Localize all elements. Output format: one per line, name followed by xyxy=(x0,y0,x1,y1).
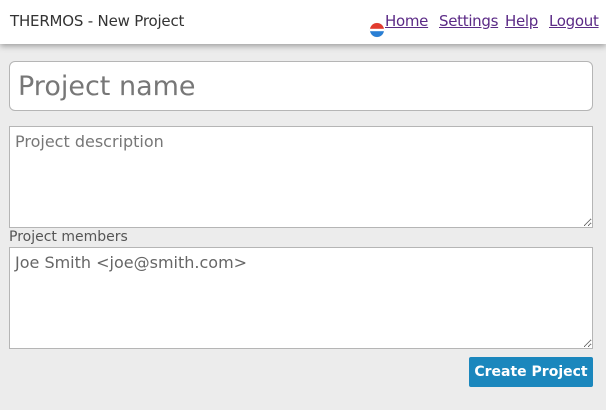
project-description-textarea[interactable] xyxy=(9,126,593,228)
top-nav: Home Settings Help Logout xyxy=(0,12,606,38)
project-members-textarea[interactable]: Joe Smith <joe@smith.com> xyxy=(9,247,593,349)
project-members-label: Project members xyxy=(9,229,128,245)
new-project-form: Project members Joe Smith <joe@smith.com… xyxy=(0,44,606,410)
nav-home-link[interactable]: Home xyxy=(385,12,428,30)
nav-help-link[interactable]: Help xyxy=(505,12,538,30)
nav-logout-link[interactable]: Logout xyxy=(549,12,599,30)
top-bar: THERMOS - New Project Home Settings Help… xyxy=(0,0,606,44)
project-name-input[interactable] xyxy=(9,61,593,111)
thermos-logo-icon xyxy=(369,22,385,38)
nav-settings-link[interactable]: Settings xyxy=(439,12,498,30)
create-project-button[interactable]: Create Project xyxy=(469,357,593,387)
